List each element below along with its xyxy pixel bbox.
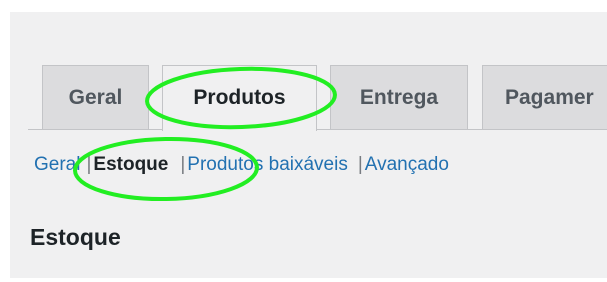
subsection-nav: Geral | Estoque | Produtos baixáveis | Avançad… <box>34 152 449 178</box>
subnav-current-estoque: Estoque <box>93 154 169 175</box>
tab-strip-border <box>28 129 607 130</box>
subnav-separator: | <box>86 154 92 175</box>
subnav-link-geral[interactable]: Geral <box>34 154 80 175</box>
tab-entrega[interactable]: Entrega <box>330 65 468 129</box>
tab-produtos[interactable]: Produtos <box>162 65 317 131</box>
subnav-separator: | <box>180 154 186 175</box>
subnav-separator: | <box>357 154 363 175</box>
tab-geral[interactable]: Geral <box>42 65 149 129</box>
subnav-link-produtos-baixaveis[interactable]: Produtos baixáveis <box>187 154 348 175</box>
subnav-link-avancado[interactable]: Avançado <box>365 154 449 175</box>
section-title: Estoque <box>30 224 121 250</box>
tab-pagamentos[interactable]: Pagamer <box>482 65 607 129</box>
